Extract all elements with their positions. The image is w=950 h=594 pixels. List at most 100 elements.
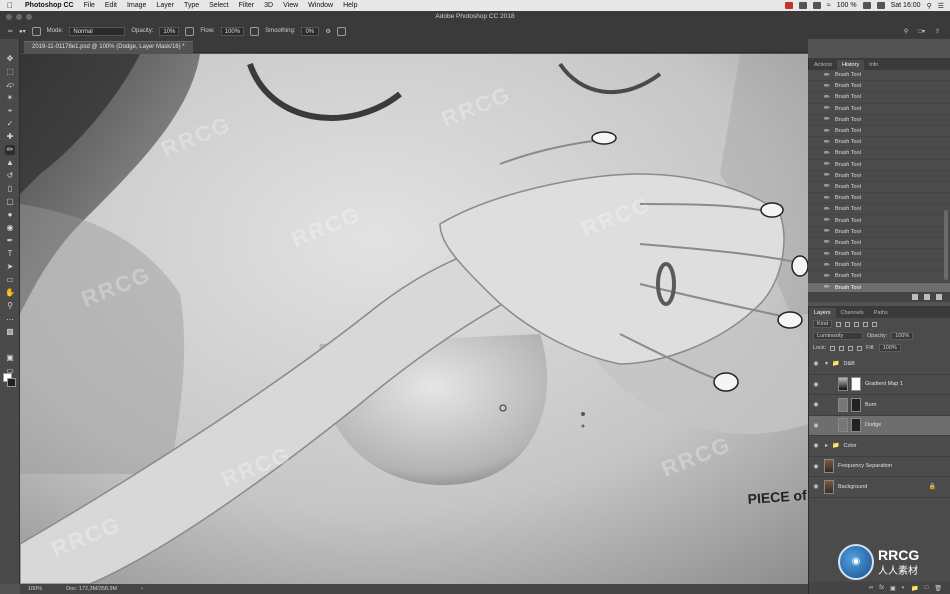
menu-layer[interactable]: Layer	[151, 2, 179, 9]
mask-thumbnail[interactable]	[851, 397, 861, 412]
crop-tool-icon[interactable]: ⌖	[5, 106, 15, 116]
pressure-size-icon[interactable]	[336, 26, 346, 36]
brush-tool-icon[interactable]: ✏	[8, 28, 13, 35]
record-icon[interactable]	[784, 2, 793, 9]
lock-all-icon[interactable]	[857, 345, 863, 351]
menu-extra-icon[interactable]	[812, 2, 821, 9]
filter-shape-icon[interactable]	[863, 321, 869, 327]
history-state[interactable]: ✏ Brush Tool	[808, 148, 950, 160]
history-state[interactable]: ✏ Brush Tool	[808, 204, 950, 216]
add-mask-icon[interactable]: ▣	[890, 585, 896, 592]
history-state[interactable]: ✏ Brush Tool	[808, 81, 950, 93]
history-state[interactable]: ✏ Brush Tool	[808, 137, 950, 149]
menu-edit[interactable]: Edit	[100, 2, 122, 9]
history-state[interactable]: ✏ Brush Tool	[808, 271, 950, 283]
history-scrollbar[interactable]	[944, 210, 948, 280]
layer-row[interactable]: ◉ Background 🔒	[809, 477, 950, 498]
new-snapshot-icon[interactable]	[924, 294, 930, 300]
quick-select-tool-icon[interactable]: ✴	[5, 93, 15, 103]
list-icon[interactable]: ☰	[938, 2, 944, 10]
tab-paths[interactable]: Paths	[869, 308, 893, 318]
document-size[interactable]: Doc: 172,3M/358,9M	[66, 586, 117, 592]
link-layers-icon[interactable]: ∞	[869, 585, 873, 591]
visibility-icon[interactable]: ◉	[811, 360, 821, 367]
type-tool-icon[interactable]: T	[5, 249, 15, 259]
menu-filter[interactable]: Filter	[234, 2, 260, 9]
layer-row[interactable]: ◉ ▾ 📁 D&B	[809, 354, 950, 375]
default-colors-icon[interactable]: ▩	[5, 327, 15, 337]
tab-actions[interactable]: Actions	[809, 60, 837, 70]
move-tool-icon[interactable]: ✥	[5, 54, 15, 64]
eraser-tool-icon[interactable]: ▯	[5, 184, 15, 194]
menu-image[interactable]: Image	[122, 2, 151, 9]
hand-tool-icon[interactable]: ✋	[5, 288, 15, 298]
history-state[interactable]: ✏ Brush Tool	[808, 249, 950, 261]
lock-pixels-icon[interactable]	[830, 345, 836, 351]
history-state[interactable]: ✏ Brush Tool	[808, 282, 950, 292]
smoothing-field[interactable]: 0%	[301, 26, 320, 36]
layer-filter-select[interactable]: Kind	[813, 320, 833, 328]
apple-icon[interactable]: 	[0, 1, 20, 10]
eyedropper-tool-icon[interactable]: ✓	[5, 119, 15, 129]
smoothing-settings-icon[interactable]: ⚙	[325, 28, 330, 35]
path-selection-tool-icon[interactable]: ➤	[5, 262, 15, 272]
battery-label[interactable]: 100 %	[837, 2, 857, 9]
fill-field[interactable]: 100%	[878, 344, 901, 352]
document-tab[interactable]: 2019-11-01178e1.psd @ 100% (Dodge, Layer…	[24, 41, 193, 53]
flag-icon[interactable]	[876, 2, 885, 9]
lasso-tool-icon[interactable]: ⤽	[5, 80, 15, 90]
clone-stamp-tool-icon[interactable]: ▲	[5, 158, 15, 168]
menu-help[interactable]: Help	[338, 2, 362, 9]
menu-view[interactable]: View	[278, 2, 303, 9]
history-state[interactable]: ✏ Brush Tool	[808, 260, 950, 272]
screen-mode-icon[interactable]: ▭	[5, 366, 15, 376]
disclosure-icon[interactable]: ▾	[825, 360, 828, 367]
menu-3d[interactable]: 3D	[259, 2, 278, 9]
mode-select[interactable]: Normal	[69, 26, 126, 36]
lock-move-icon[interactable]	[848, 345, 854, 351]
lock-paint-icon[interactable]	[839, 345, 845, 351]
workspace-icon[interactable]: □▾	[918, 28, 925, 35]
filter-pixel-icon[interactable]	[836, 321, 842, 327]
mask-thumbnail[interactable]	[851, 377, 861, 392]
history-state[interactable]: ✏ Brush Tool	[808, 193, 950, 205]
history-state[interactable]: ✏ Brush Tool	[808, 227, 950, 238]
filter-adjustment-icon[interactable]	[845, 321, 851, 327]
tab-info[interactable]: Info	[864, 60, 883, 70]
filter-type-icon[interactable]	[854, 321, 860, 327]
new-group-icon[interactable]: 📁	[911, 585, 918, 592]
airbrush-icon[interactable]	[250, 26, 260, 36]
menu-select[interactable]: Select	[204, 2, 233, 9]
menu-extra-icon[interactable]	[798, 2, 807, 9]
quick-mask-icon[interactable]: ▣	[5, 353, 15, 363]
history-state[interactable]: ✏ Brush Tool	[808, 160, 950, 171]
more-tools-icon[interactable]: ⋯	[5, 315, 15, 325]
delete-state-icon[interactable]	[936, 294, 942, 300]
layer-row[interactable]: ◉ Gradient Map 1	[809, 375, 950, 395]
wifi-icon[interactable]: ≈	[827, 2, 831, 9]
visibility-icon[interactable]: ◉	[811, 483, 821, 490]
brush-tool-icon[interactable]: ✏	[5, 145, 15, 155]
flow-field[interactable]: 100%	[220, 26, 245, 36]
visibility-icon[interactable]: ◉	[811, 422, 821, 429]
history-brush-tool-icon[interactable]: ↺	[5, 171, 15, 181]
zoom-tool-icon[interactable]: ⚲	[5, 301, 15, 311]
menu-type[interactable]: Type	[179, 2, 204, 9]
layer-row-selected[interactable]: ◉ Dodge	[809, 415, 950, 436]
tab-channels[interactable]: Channels	[836, 308, 869, 318]
marquee-tool-icon[interactable]: ⬚	[5, 67, 15, 77]
menu-file[interactable]: File	[79, 2, 100, 9]
brush-settings-icon[interactable]	[31, 26, 41, 36]
visibility-icon[interactable]: ◉	[811, 442, 821, 449]
layer-row[interactable]: ◉ Burn	[809, 395, 950, 416]
layer-row[interactable]: ◉ ▸ 📁 Color	[809, 436, 950, 457]
history-state[interactable]: ✏ Brush Tool	[808, 104, 950, 115]
history-state[interactable]: ✏ Brush Tool	[808, 70, 950, 82]
menu-app-name[interactable]: Photoshop CC	[20, 2, 79, 9]
history-state[interactable]: ✏ Brush Tool	[808, 115, 950, 126]
pen-tool-icon[interactable]: ✒	[5, 236, 15, 246]
visibility-icon[interactable]: ◉	[811, 401, 821, 408]
healing-brush-tool-icon[interactable]: ✚	[5, 132, 15, 142]
filter-smart-icon[interactable]	[872, 321, 878, 327]
disclosure-icon[interactable]: ▸	[825, 442, 828, 449]
